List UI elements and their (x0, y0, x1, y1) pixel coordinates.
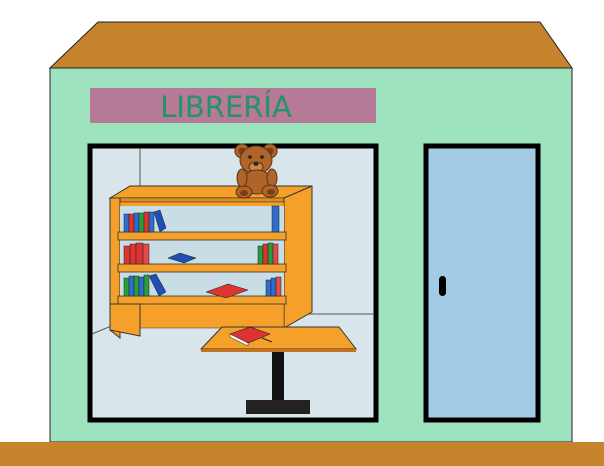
shop-window (87, 143, 379, 423)
sidewalk (0, 442, 604, 466)
teddy-bear-icon (234, 143, 279, 199)
bookshelf (108, 185, 313, 340)
door-handle[interactable] (439, 276, 446, 296)
door[interactable] (423, 143, 541, 423)
bookstore-scene: LIBRERÍA (0, 21, 604, 466)
shop-sign-label: LIBRERÍA (160, 90, 292, 124)
roof (48, 21, 573, 69)
